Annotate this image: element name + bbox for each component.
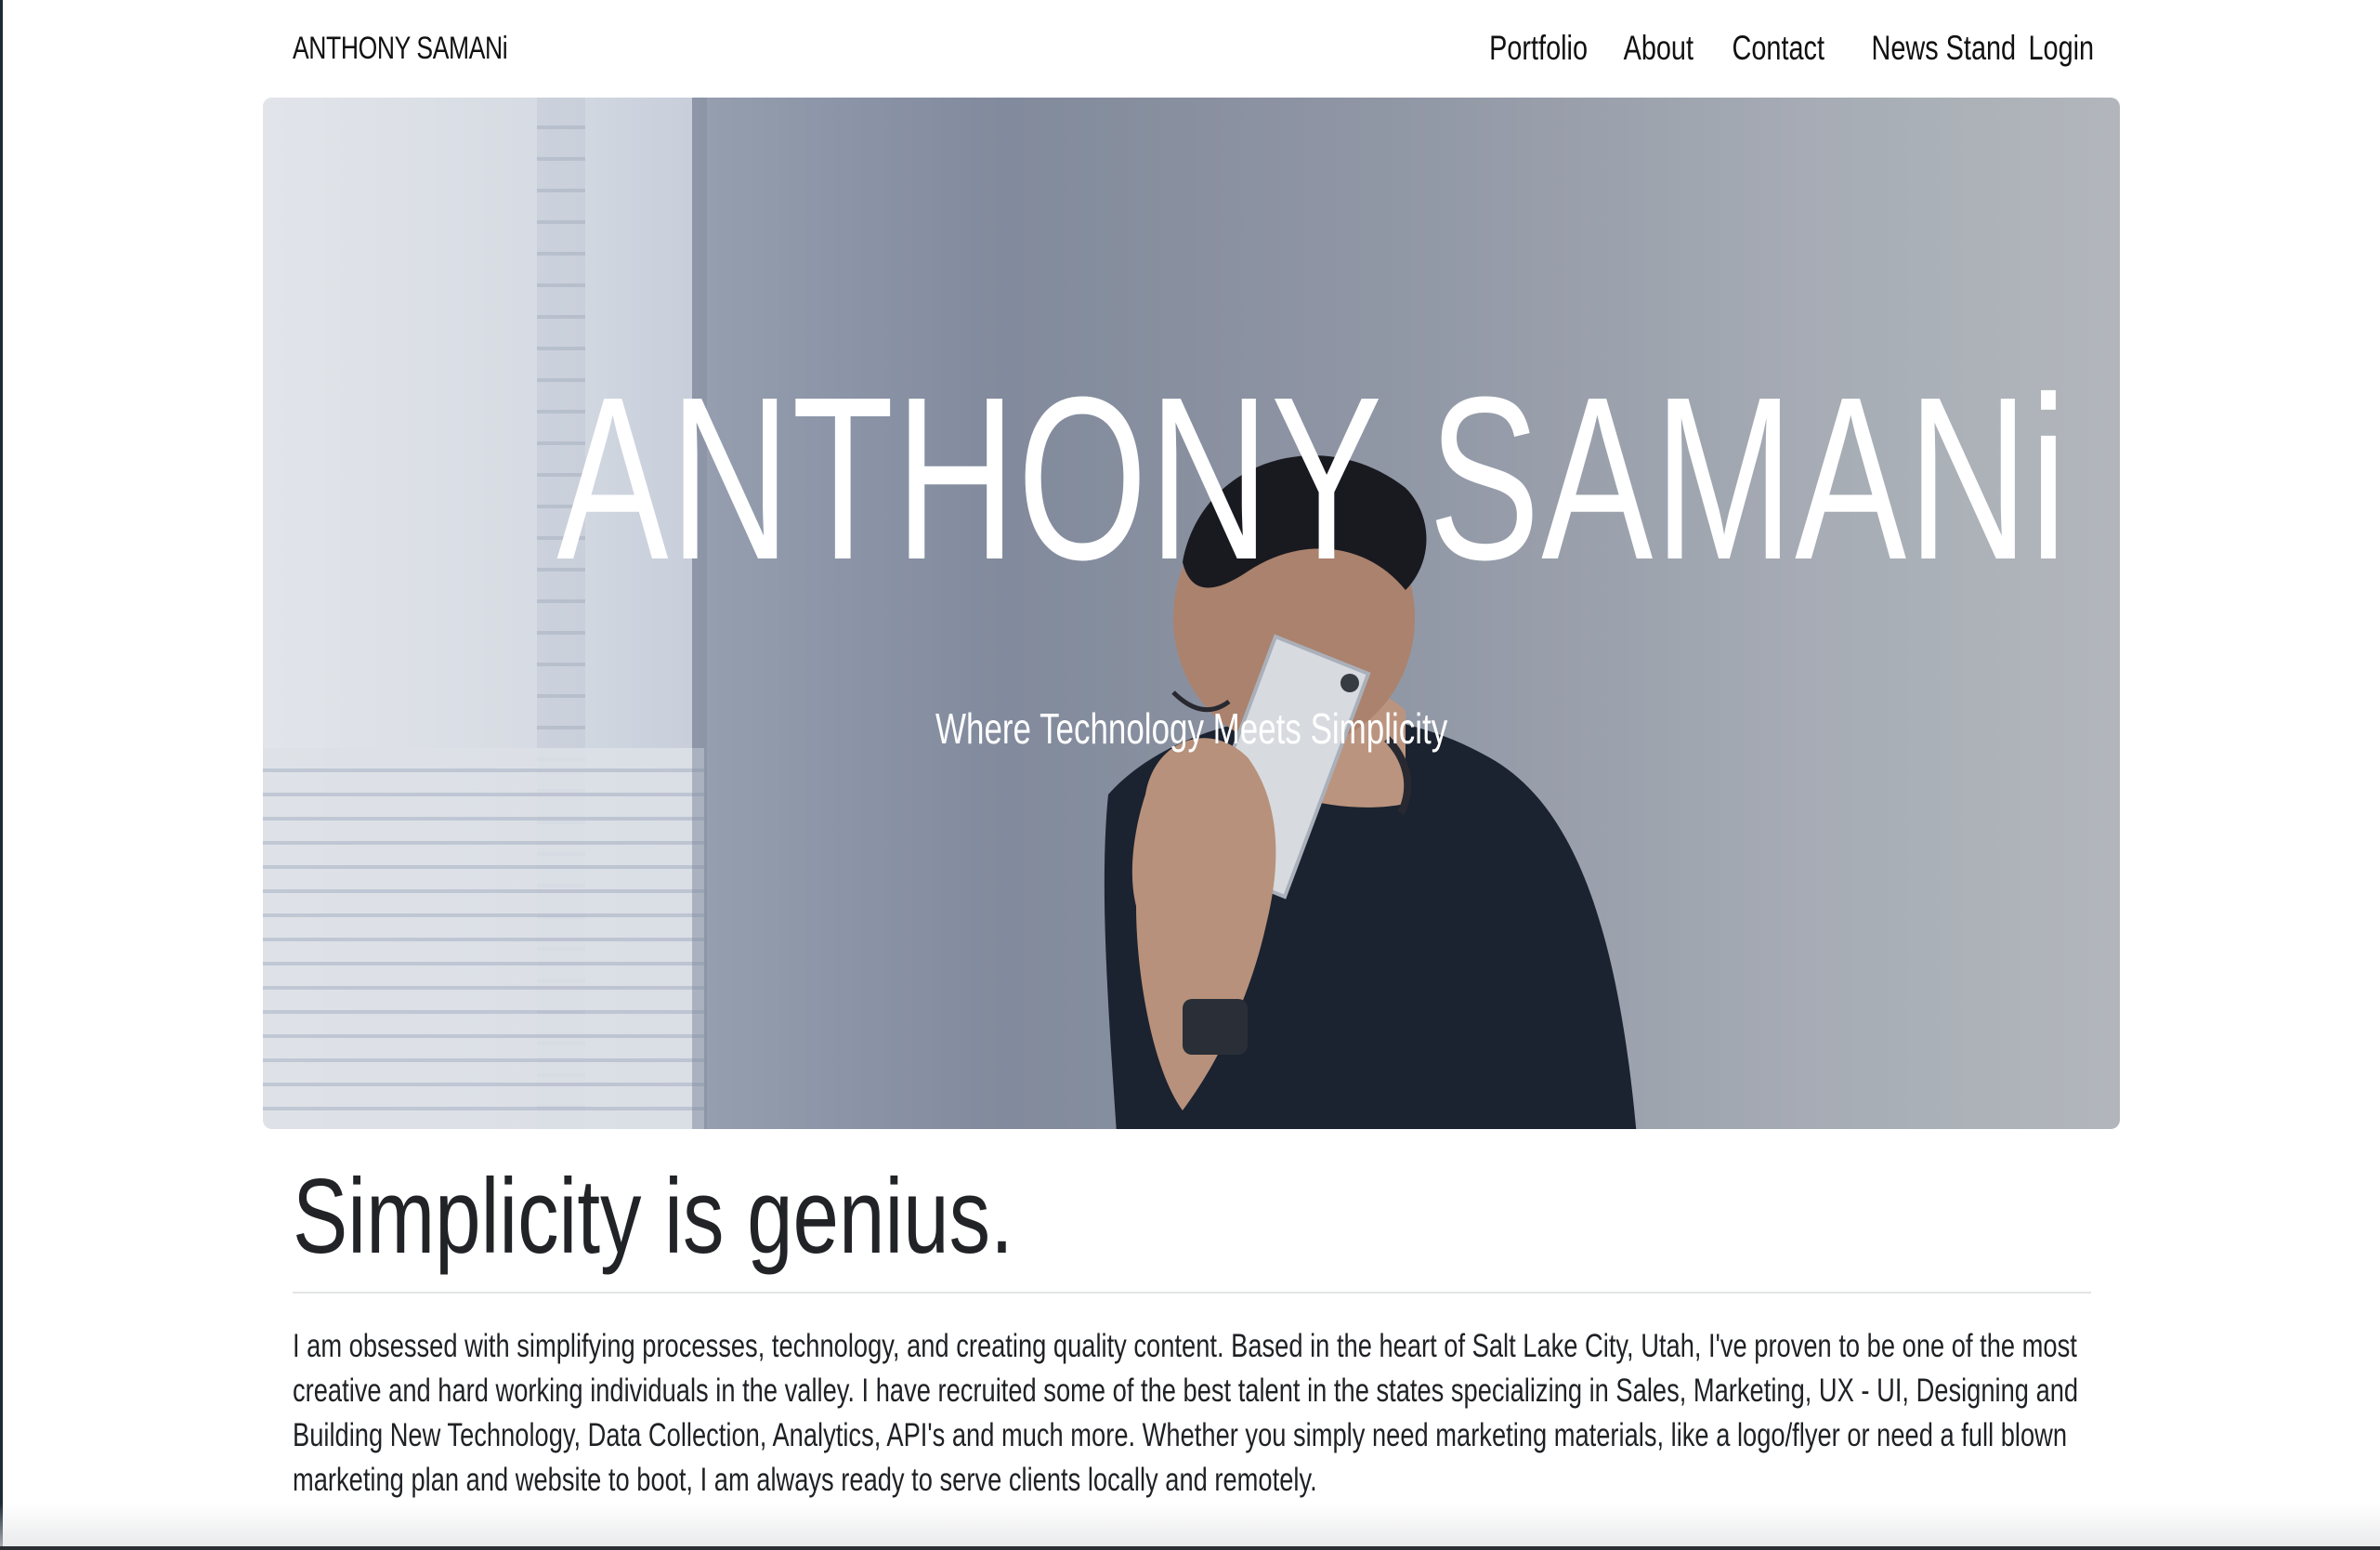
hero-title-text: ANTHONY SAMANi (556, 348, 2069, 608)
top-navbar: ANTHONY SAMANi Portfolio About Contact N… (263, 0, 2119, 97)
hero-subtitle: Where Technology Meets Simplicity (263, 703, 2120, 754)
nav-link-about[interactable]: About (1621, 29, 1693, 68)
hero-title: ANTHONY SAMANi (263, 362, 2120, 595)
nav-link-news-stand[interactable]: News Stand (1872, 29, 2017, 68)
window-frame-left (0, 0, 3, 1550)
section-divider (293, 1292, 2091, 1294)
hero-subtitle-text: Where Technology Meets Simplicity (935, 704, 1448, 753)
hero-overlay (263, 98, 2120, 1129)
section-heading: Simplicity is genius. (293, 1158, 1013, 1276)
nav-link-login[interactable]: Login (2028, 29, 2094, 68)
hero-banner: ANTHONY SAMANi Where Technology Meets Si… (263, 98, 2120, 1129)
window-bottom-shadow (0, 1504, 2380, 1546)
nav-links: Portfolio About Contact News Stand Login (1407, 29, 2094, 68)
window-frame-bottom (0, 1546, 2380, 1550)
brand-logo-link[interactable]: ANTHONY SAMANi (293, 31, 508, 67)
bio-paragraph: I am obsessed with simplifying processes… (293, 1328, 2079, 1498)
nav-link-portfolio[interactable]: Portfolio (1458, 29, 1588, 68)
nav-link-contact[interactable]: Contact (1733, 29, 1824, 68)
